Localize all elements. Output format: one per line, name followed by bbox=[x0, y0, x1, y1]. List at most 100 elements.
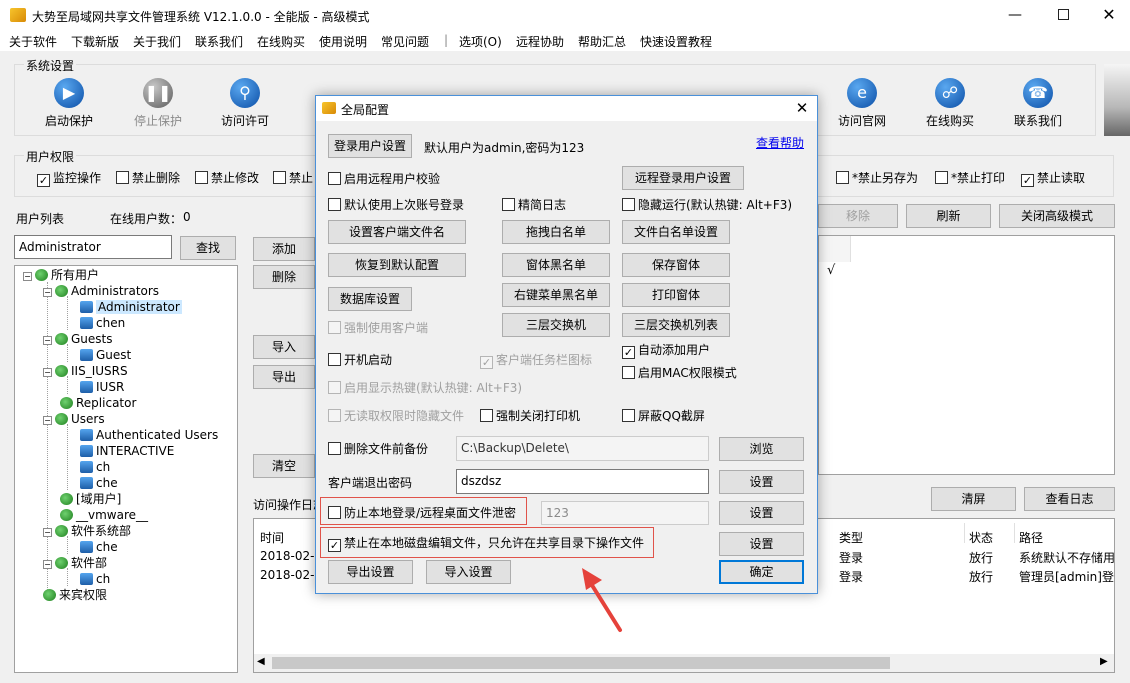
horizontal-scrollbar[interactable]: ◀ ▶ bbox=[254, 654, 1114, 672]
import-button[interactable]: 导入 bbox=[253, 335, 315, 359]
menu-item-faq[interactable]: 常见问题 bbox=[381, 33, 429, 50]
col-header-time[interactable]: 时间 bbox=[260, 529, 284, 546]
database-settings-button[interactable]: 数据库设置 bbox=[328, 287, 412, 311]
dialog-close-icon[interactable]: ✕ bbox=[790, 98, 814, 118]
tree-node[interactable]: Guest bbox=[80, 348, 131, 363]
tree-node[interactable]: − IIS_IUSRS bbox=[43, 364, 128, 379]
tree-node[interactable]: Administrator bbox=[80, 300, 182, 315]
force-close-printer-checkbox[interactable]: 强制关闭打印机 bbox=[480, 408, 580, 426]
hide-no-permission-checkbox[interactable]: 无读取权限时隐藏文件 bbox=[328, 408, 464, 426]
forbid-read-checkbox[interactable]: ✓ 禁止读取 bbox=[1021, 170, 1085, 188]
tray-icon-checkbox[interactable]: ✓ 客户端任务栏图标 bbox=[480, 352, 592, 370]
tree-node[interactable]: [域用户] bbox=[60, 492, 121, 507]
window-blacklist-button[interactable]: 窗体黑名单 bbox=[502, 253, 610, 277]
collapse-icon[interactable]: − bbox=[43, 560, 52, 569]
start-protect-button[interactable]: ▶ 启动保护 bbox=[29, 78, 109, 129]
set-exit-password-button[interactable]: 设置 bbox=[719, 470, 804, 494]
scroll-thumb[interactable] bbox=[272, 657, 890, 669]
menu-item-about-us[interactable]: 关于我们 bbox=[133, 33, 181, 50]
collapse-icon[interactable]: − bbox=[23, 272, 32, 281]
hidden-run-checkbox[interactable]: 隐藏运行(默认热键: Alt+F3) bbox=[622, 197, 792, 215]
export-settings-button[interactable]: 导出设置 bbox=[328, 560, 413, 584]
tree-node[interactable]: ch bbox=[80, 460, 110, 475]
tree-node[interactable]: ch bbox=[80, 572, 110, 587]
col-header-type[interactable]: 类型 bbox=[839, 529, 863, 546]
refresh-button[interactable]: 刷新 bbox=[906, 204, 991, 228]
enable-hotkey-checkbox[interactable]: 启用显示热键(默认热键: Alt+F3) bbox=[328, 380, 522, 398]
force-client-checkbox[interactable]: 强制使用客户端 bbox=[328, 320, 428, 338]
exit-password-input[interactable]: dszdsz bbox=[456, 469, 709, 494]
import-settings-button[interactable]: 导入设置 bbox=[426, 560, 511, 584]
forbid-partial-checkbox[interactable]: 禁止 bbox=[273, 170, 313, 188]
set-client-filename-button[interactable]: 设置客户端文件名 bbox=[328, 220, 466, 244]
restore-default-button[interactable]: 恢复到默认配置 bbox=[328, 253, 466, 277]
tree-node[interactable]: − 软件系统部 bbox=[43, 524, 131, 539]
menu-item-download[interactable]: 下载新版 bbox=[71, 33, 119, 50]
menu-item-quick-tutorial[interactable]: 快速设置教程 bbox=[640, 33, 712, 50]
backup-path-input[interactable]: C:\Backup\Delete\ bbox=[456, 436, 709, 461]
view-help-link[interactable]: 查看帮助 bbox=[756, 134, 804, 151]
layer3-switch-list-button[interactable]: 三层交换机列表 bbox=[622, 313, 730, 337]
tree-node[interactable]: Authenticated Users bbox=[80, 428, 218, 443]
tree-node[interactable]: che bbox=[80, 540, 118, 555]
tree-node[interactable]: INTERACTIVE bbox=[80, 444, 174, 459]
forbid-save-as-checkbox[interactable]: *禁止另存为 bbox=[836, 170, 918, 188]
scroll-left-icon[interactable]: ◀ bbox=[257, 656, 265, 667]
view-log-button[interactable]: 查看日志 bbox=[1024, 487, 1115, 511]
user-search-input[interactable]: Administrator bbox=[14, 235, 172, 259]
context-menu-blacklist-button[interactable]: 右键菜单黑名单 bbox=[502, 283, 610, 307]
auto-start-checkbox[interactable]: 开机启动 bbox=[328, 352, 392, 370]
col-header-path[interactable]: 路径 bbox=[1019, 529, 1043, 546]
set-forbid-edit-button[interactable]: 设置 bbox=[719, 532, 804, 556]
collapse-icon[interactable]: − bbox=[43, 288, 52, 297]
browse-button[interactable]: 浏览 bbox=[719, 437, 804, 461]
clear-button[interactable]: 清空 bbox=[253, 454, 315, 478]
minimize-button[interactable]: — bbox=[1000, 6, 1030, 26]
remote-login-settings-button[interactable]: 远程登录用户设置 bbox=[622, 166, 744, 190]
tree-node[interactable]: − Administrators bbox=[43, 284, 159, 299]
prevent-local-login-checkbox[interactable]: 防止本地登录/远程桌面文件泄密 bbox=[328, 505, 516, 523]
forbid-modify-checkbox[interactable]: 禁止修改 bbox=[195, 170, 259, 188]
login-user-settings-button[interactable]: 登录用户设置 bbox=[328, 134, 412, 158]
file-whitelist-button[interactable]: 文件白名单设置 bbox=[622, 220, 730, 244]
remote-verify-checkbox[interactable]: 启用远程用户校验 bbox=[328, 171, 440, 189]
scroll-right-icon[interactable]: ▶ bbox=[1100, 656, 1108, 667]
collapse-icon[interactable]: − bbox=[43, 368, 52, 377]
menu-item-help[interactable]: 帮助汇总 bbox=[578, 33, 626, 50]
close-window-button[interactable]: ✕ bbox=[1094, 4, 1124, 26]
collapse-icon[interactable]: − bbox=[43, 416, 52, 425]
close-advanced-mode-button[interactable]: 关闭高级模式 bbox=[999, 204, 1115, 228]
tree-node[interactable]: che bbox=[80, 476, 118, 491]
export-button[interactable]: 导出 bbox=[253, 365, 315, 389]
tree-node[interactable]: − 软件部 bbox=[43, 556, 107, 571]
maximize-button[interactable] bbox=[1048, 6, 1078, 26]
menu-item-contact[interactable]: 联系我们 bbox=[195, 33, 243, 50]
backup-before-delete-checkbox[interactable]: 删除文件前备份 bbox=[328, 441, 428, 459]
tree-node[interactable]: − Users bbox=[43, 412, 105, 427]
col-header-status[interactable]: 状态 bbox=[969, 529, 993, 546]
access-permit-button[interactable]: ⚲ 访问许可 bbox=[205, 78, 285, 129]
visit-website-button[interactable]: e 访问官网 bbox=[822, 78, 902, 129]
set-prevent-button[interactable]: 设置 bbox=[719, 501, 804, 525]
block-qq-screenshot-checkbox[interactable]: 屏蔽QQ截屏 bbox=[622, 408, 705, 426]
prevent-password-input[interactable]: 123 bbox=[541, 501, 709, 525]
forbid-delete-checkbox[interactable]: 禁止删除 bbox=[116, 170, 180, 188]
drag-whitelist-button[interactable]: 拖拽白名单 bbox=[502, 220, 610, 244]
monitor-ops-checkbox[interactable]: ✓ 监控操作 bbox=[37, 170, 101, 188]
tree-node[interactable]: chen bbox=[80, 316, 125, 331]
save-window-button[interactable]: 保存窗体 bbox=[622, 253, 730, 277]
clear-screen-button[interactable]: 清屏 bbox=[931, 487, 1016, 511]
menu-item-manual[interactable]: 使用说明 bbox=[319, 33, 367, 50]
collapse-icon[interactable]: − bbox=[43, 336, 52, 345]
tree-node[interactable]: IUSR bbox=[80, 380, 124, 395]
tree-node[interactable]: __vmware__ bbox=[60, 508, 148, 523]
add-button[interactable]: 添加 bbox=[253, 237, 315, 261]
mac-mode-checkbox[interactable]: 启用MAC权限模式 bbox=[622, 365, 737, 383]
menu-item-remote-assist[interactable]: 远程协助 bbox=[516, 33, 564, 50]
layer3-switch-button[interactable]: 三层交换机 bbox=[502, 313, 610, 337]
buy-online-button[interactable]: ☍ 在线购买 bbox=[910, 78, 990, 129]
print-window-button[interactable]: 打印窗体 bbox=[622, 283, 730, 307]
collapse-icon[interactable]: − bbox=[43, 528, 52, 537]
contact-us-button[interactable]: ☎ 联系我们 bbox=[998, 78, 1078, 129]
use-last-account-checkbox[interactable]: 默认使用上次账号登录 bbox=[328, 197, 464, 215]
